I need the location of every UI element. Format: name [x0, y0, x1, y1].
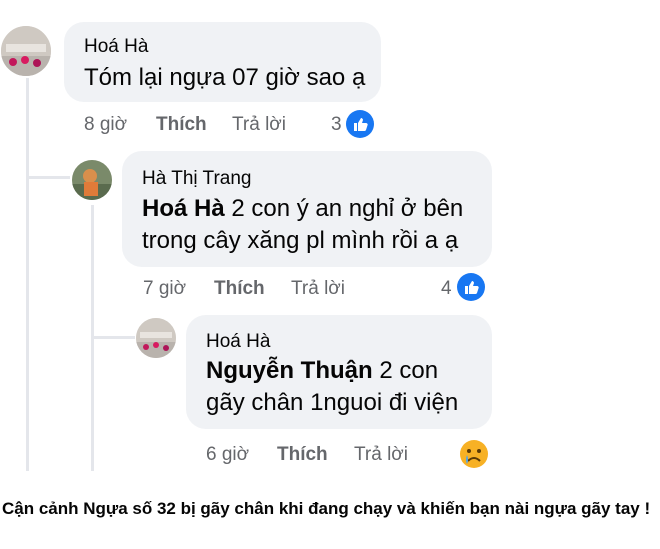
comment-time[interactable]: 8 giờ [84, 114, 127, 136]
thread-connector-2 [91, 336, 135, 339]
comment-text: Tóm lại ngựa 07 giờ sao ạ [84, 64, 366, 91]
comment-time[interactable]: 6 giờ [206, 444, 249, 466]
mention-link[interactable]: Nguyễn Thuận [206, 357, 373, 384]
avatar[interactable] [1, 26, 51, 76]
image-caption: Cận cảnh Ngựa số 32 bị gãy chân khi đang… [2, 499, 651, 518]
reply-button[interactable]: Trả lời [291, 278, 345, 300]
comment-text-line2: gãy chân 1nguoi đi viện [206, 389, 459, 416]
comment-text-line1: 2 con ý an nghỉ ở bên [224, 195, 464, 222]
sad-emoji-icon[interactable] [458, 438, 490, 470]
like-button[interactable]: Thích [277, 444, 328, 466]
reaction-count[interactable]: 3 [331, 114, 342, 136]
avatar[interactable] [136, 318, 176, 358]
comment-text-line1: 2 con [372, 357, 439, 384]
mention-link[interactable]: Hoá Hà [142, 195, 225, 222]
like-icon[interactable] [457, 273, 485, 301]
comment-text: Nguyễn Thuận 2 con gãy chân 1nguoi đi vi… [206, 355, 458, 419]
comment-bubble: Hà Thị Trang Hoá Hà 2 con ý an nghỉ ở bê… [122, 151, 492, 267]
reply-button[interactable]: Trả lời [232, 114, 286, 136]
like-button[interactable]: Thích [156, 114, 207, 136]
comment-author[interactable]: Hoá Hà [84, 36, 148, 58]
comment-bubble: Hoá Hà Tóm lại ngựa 07 giờ sao ạ [64, 22, 381, 102]
comment-text: Hoá Hà 2 con ý an nghỉ ở bên trong cây x… [142, 193, 463, 257]
reaction-count[interactable]: 4 [441, 278, 452, 300]
comment-author[interactable]: Hà Thị Trang [142, 168, 251, 190]
thread-connector-1 [26, 176, 70, 179]
comment-time[interactable]: 7 giờ [143, 278, 186, 300]
comment-author[interactable]: Hoá Hà [206, 331, 270, 353]
comment-text-line2: trong cây xăng pl mình rồi a ạ [142, 227, 459, 254]
like-button[interactable]: Thích [214, 278, 265, 300]
reply-button[interactable]: Trả lời [354, 444, 408, 466]
like-icon[interactable] [346, 110, 374, 138]
thread-line-main [26, 78, 29, 471]
avatar[interactable] [72, 160, 112, 200]
comment-bubble: Hoá Hà Nguyễn Thuận 2 con gãy chân 1nguo… [186, 315, 492, 429]
